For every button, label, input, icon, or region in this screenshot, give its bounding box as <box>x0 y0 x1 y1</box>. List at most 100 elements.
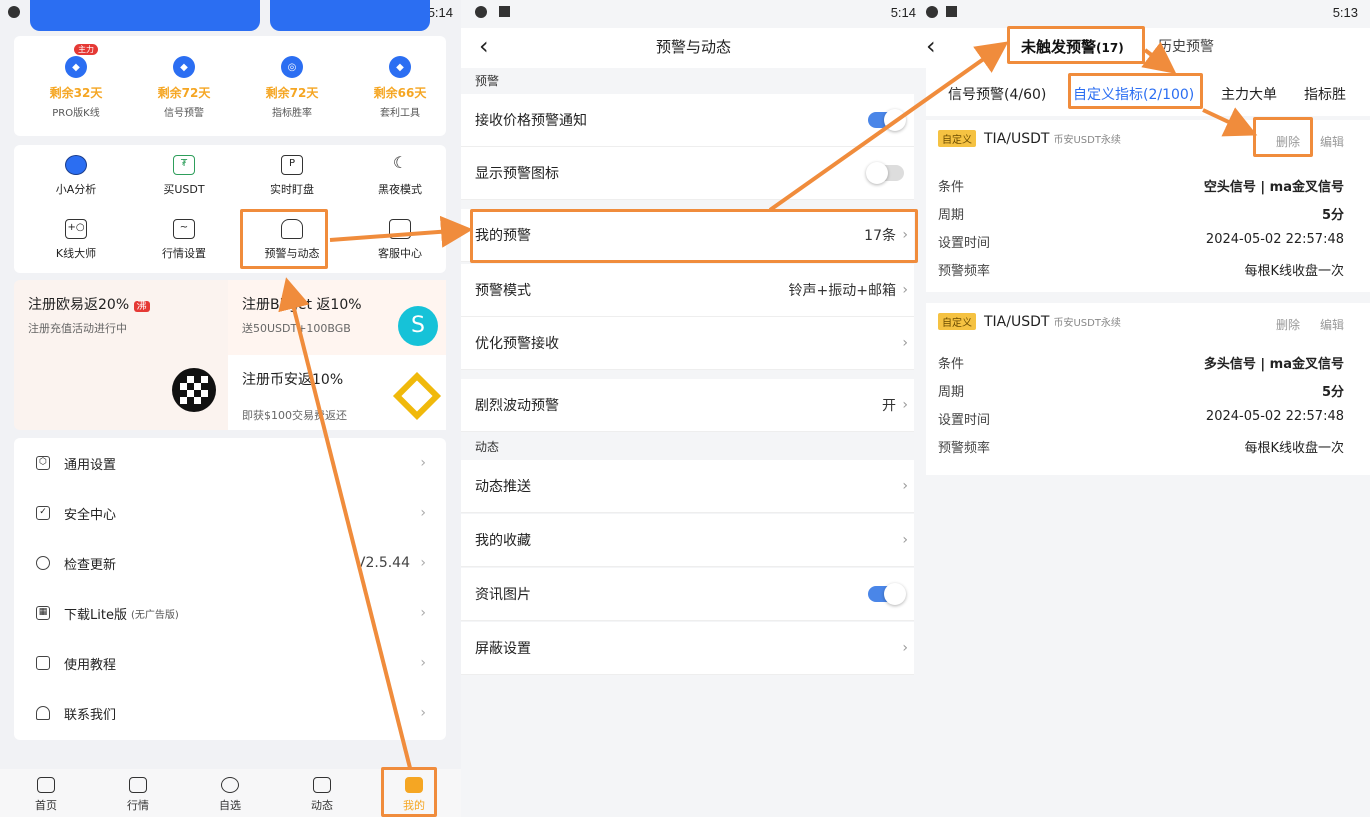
tool-buy-usdt[interactable]: ₮ 买USDT <box>130 155 238 197</box>
highlight-custom-tab <box>1068 73 1203 109</box>
back-arrow-icon[interactable]: ‹ <box>926 32 936 60</box>
vip-item-pro-kline[interactable]: ◆ 剩余32天 PRO版K线 <box>22 56 130 119</box>
menu-label: 安全中心 <box>64 507 117 523</box>
row-label: 预警模式 <box>475 283 531 299</box>
kv-value: 每根K线收盘一次 <box>1244 264 1344 279</box>
vip-item-arbitrage[interactable]: ◆ 剩余66天 套利工具 <box>346 56 454 119</box>
kv-key: 条件 <box>938 180 965 195</box>
menu-security[interactable]: ✓ 安全中心 › <box>14 488 446 538</box>
vip-item-winrate[interactable]: ◎ 剩余72天 指标胜率 <box>238 56 346 119</box>
row-receive-notice[interactable]: 接收价格预警通知 <box>461 94 914 147</box>
nav-watchlist[interactable]: 自选 <box>184 769 276 817</box>
vip-days: 剩余66天 <box>373 86 427 100</box>
chevron-right-icon: › <box>902 397 908 413</box>
row-label: 优化预警接收 <box>475 336 559 352</box>
receive-notice-toggle[interactable] <box>868 109 906 131</box>
service-icon <box>389 219 411 239</box>
vip-item-signal[interactable]: ◆ 剩余72天 信号预警 <box>130 56 238 119</box>
vip-days: 剩余32天 <box>49 86 103 100</box>
delete-button[interactable]: 删除 <box>1276 316 1300 333</box>
custom-tag: 自定义 <box>938 313 976 330</box>
grid-icon: ▦ <box>36 606 50 620</box>
tab-indicator-winrate[interactable]: 指标胜 <box>1304 84 1346 104</box>
vip-card-left[interactable] <box>30 0 260 31</box>
tab-main-orders[interactable]: 主力大单 <box>1221 84 1277 104</box>
menu-note: (无广告版) <box>130 609 179 621</box>
row-label: 屏蔽设置 <box>475 641 531 657</box>
row-optimize[interactable]: 优化预警接收 › <box>461 317 914 370</box>
status-time: 5:14 <box>890 5 916 20</box>
alert-mode-value: 铃声+振动+邮箱 <box>788 283 896 299</box>
tool-live-watch[interactable]: P 实时盯盘 <box>238 155 346 197</box>
kv-period: 周期 5分 <box>938 204 1344 232</box>
edit-button[interactable]: 编辑 <box>1320 133 1344 150</box>
row-push[interactable]: 动态推送 › <box>461 460 914 513</box>
alert-card: 自定义 TIA/USDT 币安USDT永续 删除 编辑 条件 多头信号 | ma金… <box>926 303 1370 475</box>
kv-value: 5分 <box>1321 385 1344 400</box>
shield-icon: ✓ <box>36 506 50 520</box>
tab-signal-alert[interactable]: 信号预警(4/60) <box>948 84 1046 104</box>
row-alert-mode[interactable]: 预警模式 铃声+振动+邮箱 › <box>461 264 914 317</box>
kv-key: 周期 <box>938 385 965 400</box>
news-image-toggle[interactable] <box>868 583 906 605</box>
kv-value: 2024-05-02 22:57:48 <box>1205 409 1344 424</box>
status-icon <box>475 6 487 18</box>
vip-label: 信号预警 <box>164 108 204 119</box>
bitget-logo: S <box>398 306 438 346</box>
arbitrage-icon: ◆ <box>389 56 411 78</box>
hot-badge: 沸 <box>133 301 150 312</box>
chart-icon: ~ <box>173 219 195 239</box>
menu-tutorial[interactable]: 使用教程 › <box>14 638 446 688</box>
row-label: 接收价格预警通知 <box>475 113 587 129</box>
menu-download-lite[interactable]: ▦ 下载Lite版 (无广告版) › <box>14 588 446 638</box>
show-icon-toggle[interactable] <box>866 162 904 184</box>
promo-bitget[interactable]: 注册Bitget 返10% 送50USDT+100BGB S <box>228 280 446 355</box>
nav-market[interactable]: 行情 <box>92 769 184 817</box>
menu-label: 通用设置 <box>64 457 117 473</box>
row-show-icon[interactable]: 显示预警图标 <box>461 147 914 200</box>
screenshot-root: 5:14 ◆ 剩余32天 PRO版K线 ◆ 剩余72天 信号预警 ◎ 剩余72天 <box>0 0 1370 817</box>
vip-benefits-card: ◆ 剩余32天 PRO版K线 ◆ 剩余72天 信号预警 ◎ 剩余72天 指标胜率… <box>14 36 446 136</box>
alert-status-tabs: ‹ 未触发预警(17) 历史预警 <box>926 28 1370 68</box>
row-volatility[interactable]: 剧烈波动预警 开 › <box>461 379 914 432</box>
nav-label: 行情 <box>127 799 149 812</box>
chevron-right-icon: › <box>902 532 908 548</box>
promo-ouyi-sub: 注册充值活动进行中 <box>28 322 127 335</box>
volatility-value: 开 <box>882 398 896 414</box>
vip-card-right[interactable] <box>270 0 430 31</box>
tab-history[interactable]: 历史预警 <box>1158 36 1214 56</box>
row-block-settings[interactable]: 屏蔽设置 › <box>461 622 914 675</box>
menu-contact[interactable]: 联系我们 › <box>14 688 446 738</box>
tool-market-settings[interactable]: ~ 行情设置 <box>130 219 238 261</box>
promo-ouyi[interactable]: 注册欧易返20% 沸 <box>28 294 150 314</box>
chevron-right-icon: › <box>420 605 426 621</box>
kv-value: 空头信号 | ma金叉信号 <box>1203 180 1344 195</box>
notification-icon <box>499 6 510 17</box>
highlight-alerts-tool <box>240 209 328 269</box>
tool-kline-master[interactable]: +○ K线大师 <box>22 219 130 261</box>
section-dynamic-label: 动态 <box>475 440 500 454</box>
menu-general-settings[interactable]: ⬡ 通用设置 › <box>14 438 446 488</box>
highlight-my-alerts <box>470 209 918 263</box>
kv-set-time: 设置时间 2024-05-02 22:57:48 <box>938 409 1344 437</box>
kv-key: 设置时间 <box>938 413 991 428</box>
tool-customer-service[interactable]: 客服中心 <box>346 219 454 261</box>
tool-ai-analysis[interactable]: 小A分析 <box>22 155 130 197</box>
tool-dark-mode[interactable]: ☾ 黑夜模式 <box>346 155 454 197</box>
promo-card: 注册欧易返20% 沸 注册充值活动进行中 注册Bitget 返10% 送50US… <box>14 280 446 430</box>
promo-binance[interactable]: 注册币安返10% 即获$100交易费返还 <box>228 355 446 430</box>
nav-home[interactable]: 首页 <box>0 769 92 817</box>
kv-value: 2024-05-02 22:57:48 <box>1205 232 1344 247</box>
edit-button[interactable]: 编辑 <box>1320 316 1344 333</box>
usdt-icon: ₮ <box>173 155 195 175</box>
menu-check-update[interactable]: 检查更新 V2.5.44 › <box>14 538 446 588</box>
chevron-right-icon: › <box>902 282 908 298</box>
nav-dynamic[interactable]: 动态 <box>276 769 368 817</box>
row-label: 剧烈波动预警 <box>475 398 559 414</box>
row-favorites[interactable]: 我的收藏 › <box>461 514 914 567</box>
row-news-image[interactable]: 资讯图片 <box>461 568 914 621</box>
chevron-right-icon: › <box>902 640 908 656</box>
highlight-untriggered-tab <box>1007 26 1145 64</box>
vip-label: 指标胜率 <box>272 108 312 119</box>
binance-logo <box>392 371 442 421</box>
